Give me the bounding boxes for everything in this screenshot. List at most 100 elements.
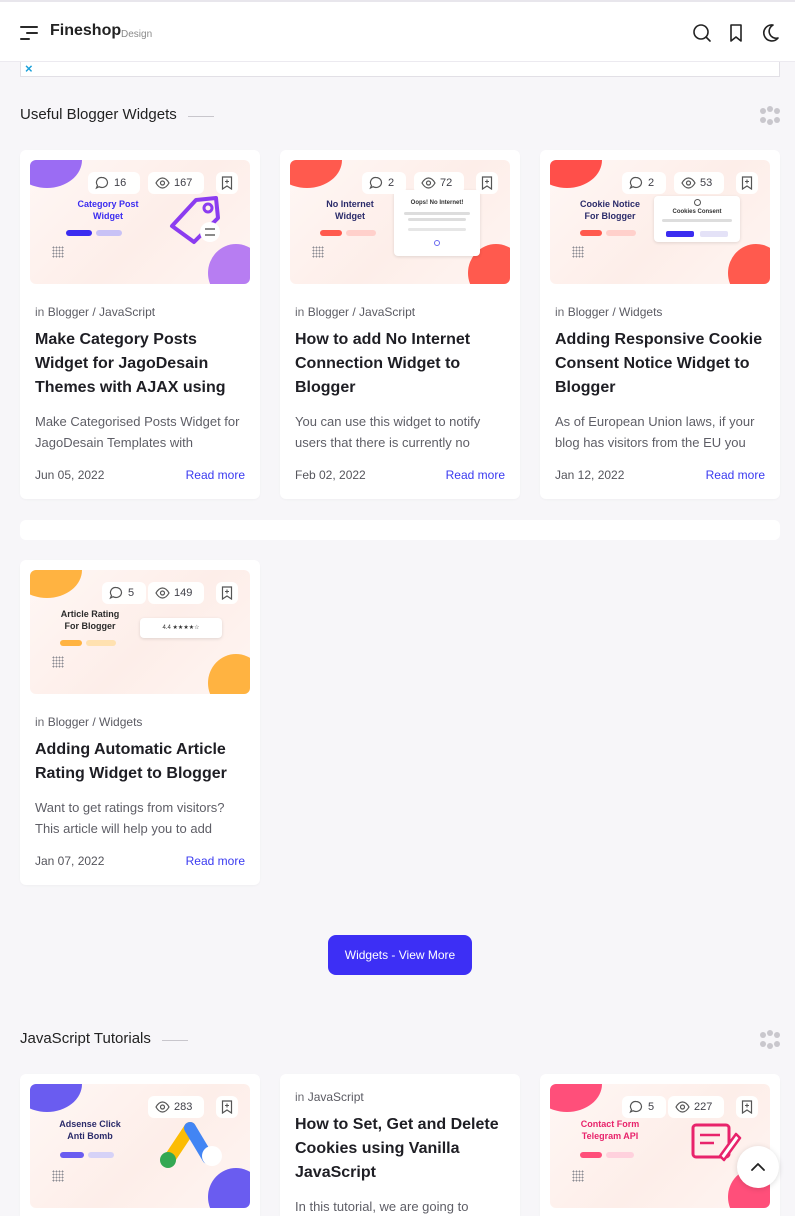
post-snippet: As of European Union laws, if your blog … — [555, 414, 755, 450]
comment-count[interactable]: 5 — [622, 1096, 666, 1118]
section-title-javascript: JavaScript Tutorials — [20, 1030, 151, 1047]
post-title[interactable]: How to Set, Get and Delete Cookies using… — [295, 1113, 510, 1185]
thumb-preview-card: Cookies Consent — [654, 196, 740, 242]
top-header: Fineshop Design — [0, 0, 795, 62]
comment-icon — [95, 176, 109, 190]
read-more-link[interactable]: Read more — [446, 468, 505, 482]
comment-count-value: 5 — [128, 587, 135, 599]
thumb-blob — [550, 1084, 602, 1112]
post-card[interactable]: Cookie Notice For Blogger Cookies Consen… — [540, 150, 780, 499]
comment-count[interactable]: 2 — [362, 172, 406, 194]
thumb-preview-card: 4.4 ★★★★☆ — [140, 618, 222, 638]
section-divider — [188, 116, 214, 117]
price-tag-icon — [170, 196, 220, 244]
post-card[interactable]: Contact Form Telegram API 5 227 — [540, 1074, 780, 1216]
post-title[interactable]: Adding Responsive Cookie Consent Notice … — [555, 328, 770, 400]
read-more-link[interactable]: Read more — [706, 468, 765, 482]
read-more-link[interactable]: Read more — [186, 468, 245, 482]
category-link[interactable]: Blogger / JavaScript — [308, 305, 415, 319]
save-post-button[interactable] — [736, 1096, 758, 1118]
bookmark-icon[interactable] — [725, 22, 747, 44]
dark-mode-icon[interactable] — [759, 22, 781, 44]
post-thumbnail[interactable]: Cookie Notice For Blogger Cookies Consen… — [550, 160, 770, 284]
thumb-blob — [30, 570, 82, 598]
bookmark-add-icon — [221, 586, 233, 600]
thumb-title: Adsense Click Anti Bomb — [59, 1119, 121, 1141]
comment-count[interactable]: 2 — [622, 172, 666, 194]
save-post-button[interactable] — [476, 172, 498, 194]
post-thumbnail[interactable]: No Internet Widget Oops! No Internet! 2 … — [290, 160, 510, 284]
thumb-blob — [208, 244, 250, 284]
thumb-blob — [290, 160, 342, 188]
comment-count-value: 16 — [114, 177, 127, 189]
post-category: in Blogger / Widgets — [555, 305, 663, 319]
bookmark-add-icon — [221, 1100, 233, 1114]
thumb-tag — [60, 1152, 84, 1158]
post-card[interactable]: No Internet Widget Oops! No Internet! 2 … — [280, 150, 520, 499]
post-title[interactable]: Make Category Posts Widget for JagoDesai… — [35, 328, 250, 400]
post-card[interactable]: in JavaScript How to Set, Get and Delete… — [280, 1074, 520, 1216]
bookmark-add-icon — [741, 1100, 753, 1114]
post-title[interactable]: How to add No Internet Connection Widget… — [295, 328, 510, 400]
bookmark-add-icon — [221, 176, 233, 190]
menu-icon[interactable] — [20, 24, 40, 42]
post-category: in Blogger / JavaScript — [295, 305, 416, 319]
post-thumbnail[interactable]: Adsense Click Anti Bomb 283 — [30, 1084, 250, 1208]
post-thumbnail[interactable]: Article Rating For Blogger 4.4 ★★★★☆ 5 1… — [30, 570, 250, 694]
save-post-button[interactable] — [216, 1096, 238, 1118]
post-card[interactable]: Article Rating For Blogger 4.4 ★★★★☆ 5 1… — [20, 560, 260, 885]
post-thumbnail[interactable]: Contact Form Telegram API 5 227 — [550, 1084, 770, 1208]
back-to-top-button[interactable] — [737, 1146, 779, 1188]
thumb-preview-text: 4.4 ★★★★☆ — [162, 625, 200, 631]
thumb-grid-icon — [52, 1170, 64, 1182]
post-snippet: Want to get ratings from visitors? This … — [35, 800, 225, 836]
category-link[interactable]: Blogger / JavaScript — [48, 305, 155, 319]
thumb-title: No Internet Widget — [326, 199, 374, 221]
eye-icon — [675, 1101, 690, 1113]
bookmark-add-icon — [741, 176, 753, 190]
thumb-blob — [550, 160, 602, 188]
ad-close-icon[interactable]: × — [25, 61, 33, 76]
thumb-tag — [320, 230, 342, 236]
view-count: 167 — [148, 172, 204, 194]
category-link[interactable]: JavaScript — [308, 1090, 364, 1104]
comment-count[interactable]: 16 — [88, 172, 140, 194]
thumb-tag — [86, 640, 116, 646]
view-count-value: 227 — [694, 1101, 713, 1113]
thumb-preview-text: Cookies Consent — [672, 209, 722, 215]
thumb-grid-icon — [52, 246, 64, 258]
thumb-tag — [346, 230, 376, 236]
site-logo[interactable]: Fineshop — [50, 22, 121, 40]
thumb-preview-text: Oops! No Internet! — [410, 200, 464, 206]
thumb-title: Category Post Widget — [77, 199, 139, 221]
section-divider — [162, 1040, 188, 1041]
category-link[interactable]: Blogger / Widgets — [48, 715, 143, 729]
category-link[interactable]: Blogger / Widgets — [568, 305, 663, 319]
chevron-up-icon — [751, 1163, 765, 1171]
section-dots-icon — [760, 1030, 780, 1050]
view-count: 283 — [148, 1096, 204, 1118]
thumb-tag — [606, 1152, 634, 1158]
save-post-button[interactable] — [216, 582, 238, 604]
post-card[interactable]: Adsense Click Anti Bomb 283 — [20, 1074, 260, 1216]
post-snippet: Make Categorised Posts Widget for JagoDe… — [35, 414, 240, 450]
eye-icon — [155, 587, 170, 599]
search-icon[interactable] — [691, 22, 713, 44]
view-count: 53 — [674, 172, 724, 194]
post-card[interactable]: Category Post Widget 16 167 in Blogger /… — [20, 150, 260, 499]
read-more-link[interactable]: Read more — [186, 854, 245, 868]
eye-icon — [681, 177, 696, 189]
view-more-button[interactable]: Widgets - View More — [328, 935, 472, 975]
comment-count-value: 2 — [388, 177, 395, 189]
view-count-value: 167 — [174, 177, 193, 189]
comment-count[interactable]: 5 — [102, 582, 146, 604]
section-title-widgets: Useful Blogger Widgets — [20, 106, 177, 123]
post-thumbnail[interactable]: Category Post Widget 16 167 — [30, 160, 250, 284]
save-post-button[interactable] — [736, 172, 758, 194]
comment-count-value: 5 — [648, 1101, 655, 1113]
thumb-tag — [60, 640, 82, 646]
post-category: in JavaScript — [295, 1090, 364, 1104]
thumb-tag — [66, 230, 92, 236]
save-post-button[interactable] — [216, 172, 238, 194]
post-title[interactable]: Adding Automatic Article Rating Widget t… — [35, 738, 250, 786]
